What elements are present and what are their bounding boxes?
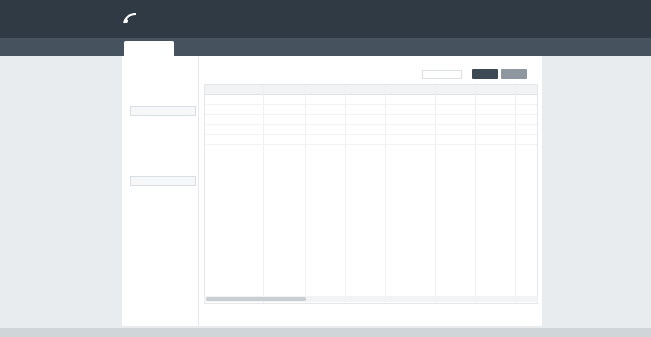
table-cell bbox=[515, 95, 537, 104]
column-header[interactable] bbox=[435, 85, 475, 94]
table-header bbox=[205, 85, 537, 95]
table-cell bbox=[515, 135, 537, 144]
status-bar bbox=[0, 328, 651, 337]
table-cell bbox=[305, 135, 345, 144]
table-cell bbox=[205, 135, 263, 144]
table-cell bbox=[385, 115, 435, 124]
tab-6[interactable] bbox=[400, 41, 438, 56]
table-cell bbox=[205, 105, 263, 114]
table-cell bbox=[263, 105, 305, 114]
tab-3[interactable] bbox=[244, 41, 284, 56]
tab-2[interactable] bbox=[184, 41, 236, 56]
table-cell bbox=[435, 115, 475, 124]
table-cell bbox=[515, 115, 537, 124]
table-cell bbox=[345, 95, 385, 104]
table-cell bbox=[263, 135, 305, 144]
table-row[interactable] bbox=[205, 125, 537, 135]
table-cell bbox=[475, 125, 515, 134]
logo-icon bbox=[123, 13, 137, 24]
table-cell bbox=[345, 135, 385, 144]
search-input[interactable] bbox=[422, 70, 462, 79]
tab-4[interactable] bbox=[294, 41, 338, 56]
column-header[interactable] bbox=[205, 85, 263, 94]
table-cell bbox=[205, 125, 263, 134]
sidebar-group-1[interactable] bbox=[130, 106, 196, 116]
column-header[interactable] bbox=[475, 85, 515, 94]
column-header[interactable] bbox=[305, 85, 345, 94]
sidebar-group-2[interactable] bbox=[130, 176, 196, 186]
column-header[interactable] bbox=[345, 85, 385, 94]
app-header bbox=[0, 0, 651, 38]
table-row[interactable] bbox=[205, 115, 537, 125]
tab-5[interactable] bbox=[346, 41, 392, 56]
table-cell bbox=[435, 125, 475, 134]
table-cell bbox=[385, 95, 435, 104]
table-cell bbox=[205, 115, 263, 124]
table-cell bbox=[435, 105, 475, 114]
table-cell bbox=[515, 125, 537, 134]
table-cell bbox=[435, 95, 475, 104]
table-cell bbox=[263, 115, 305, 124]
primary-button[interactable] bbox=[472, 69, 498, 79]
main-tab-bar bbox=[0, 38, 651, 56]
table-cell bbox=[385, 105, 435, 114]
table-cell bbox=[345, 125, 385, 134]
data-table bbox=[204, 84, 538, 304]
content-area bbox=[204, 56, 538, 326]
table-cell bbox=[263, 125, 305, 134]
horizontal-scrollbar[interactable] bbox=[204, 296, 538, 302]
table-row[interactable] bbox=[205, 95, 537, 105]
scrollbar-thumb[interactable] bbox=[206, 297, 306, 301]
main-panel bbox=[122, 56, 542, 326]
table-cell bbox=[205, 95, 263, 104]
column-header[interactable] bbox=[515, 85, 537, 94]
column-header[interactable] bbox=[263, 85, 305, 94]
table-cell bbox=[435, 135, 475, 144]
secondary-button[interactable] bbox=[501, 69, 527, 79]
table-cell bbox=[305, 115, 345, 124]
table-row[interactable] bbox=[205, 135, 537, 145]
table-cell bbox=[345, 115, 385, 124]
sidebar bbox=[122, 56, 199, 326]
tab-7[interactable] bbox=[446, 41, 490, 56]
table-row[interactable] bbox=[205, 105, 537, 115]
table-cell bbox=[305, 95, 345, 104]
table-cell bbox=[475, 105, 515, 114]
table-cell bbox=[475, 115, 515, 124]
table-cell bbox=[305, 105, 345, 114]
table-cell bbox=[385, 125, 435, 134]
table-cell bbox=[263, 95, 305, 104]
table-cell bbox=[515, 105, 537, 114]
table-cell bbox=[305, 125, 345, 134]
column-header[interactable] bbox=[385, 85, 435, 94]
table-cell bbox=[385, 135, 435, 144]
table-cell bbox=[475, 135, 515, 144]
tab-1[interactable] bbox=[124, 41, 174, 56]
table-cell bbox=[345, 105, 385, 114]
table-cell bbox=[475, 95, 515, 104]
